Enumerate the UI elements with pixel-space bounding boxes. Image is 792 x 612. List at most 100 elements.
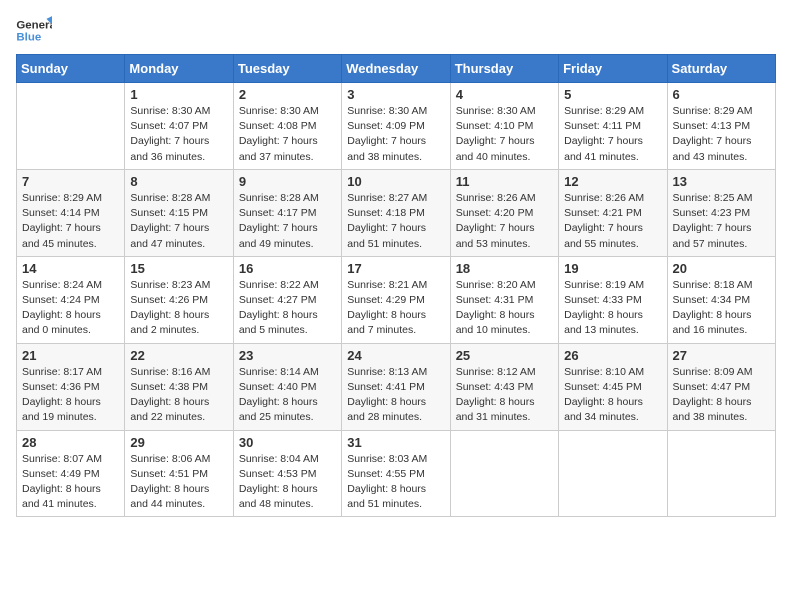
column-header-sunday: Sunday (17, 55, 125, 83)
day-info: Sunrise: 8:09 AMSunset: 4:47 PMDaylight:… (673, 365, 770, 426)
day-info: Sunrise: 8:17 AMSunset: 4:36 PMDaylight:… (22, 365, 119, 426)
day-info: Sunrise: 8:22 AMSunset: 4:27 PMDaylight:… (239, 278, 336, 339)
day-number: 18 (456, 261, 553, 276)
day-number: 15 (130, 261, 227, 276)
day-info: Sunrise: 8:30 AMSunset: 4:07 PMDaylight:… (130, 104, 227, 165)
column-header-thursday: Thursday (450, 55, 558, 83)
day-number: 10 (347, 174, 444, 189)
day-info: Sunrise: 8:12 AMSunset: 4:43 PMDaylight:… (456, 365, 553, 426)
day-number: 6 (673, 87, 770, 102)
day-number: 2 (239, 87, 336, 102)
calendar-cell: 28 Sunrise: 8:07 AMSunset: 4:49 PMDayligh… (17, 430, 125, 517)
calendar-cell: 2 Sunrise: 8:30 AMSunset: 4:08 PMDaylight… (233, 83, 341, 170)
day-number: 17 (347, 261, 444, 276)
day-number: 14 (22, 261, 119, 276)
day-info: Sunrise: 8:04 AMSunset: 4:53 PMDaylight:… (239, 452, 336, 513)
day-info: Sunrise: 8:21 AMSunset: 4:29 PMDaylight:… (347, 278, 444, 339)
calendar-cell: 27 Sunrise: 8:09 AMSunset: 4:47 PMDayligh… (667, 343, 775, 430)
calendar-cell: 10 Sunrise: 8:27 AMSunset: 4:18 PMDayligh… (342, 169, 450, 256)
day-number: 12 (564, 174, 661, 189)
day-info: Sunrise: 8:19 AMSunset: 4:33 PMDaylight:… (564, 278, 661, 339)
calendar-cell: 15 Sunrise: 8:23 AMSunset: 4:26 PMDayligh… (125, 256, 233, 343)
page-header: General Blue (16, 16, 776, 46)
day-info: Sunrise: 8:18 AMSunset: 4:34 PMDaylight:… (673, 278, 770, 339)
calendar-cell: 23 Sunrise: 8:14 AMSunset: 4:40 PMDayligh… (233, 343, 341, 430)
day-info: Sunrise: 8:29 AMSunset: 4:14 PMDaylight:… (22, 191, 119, 252)
calendar-cell: 24Sunrise: 8:13 AMSunset: 4:41 PMDayligh… (342, 343, 450, 430)
day-info: Sunrise: 8:25 AMSunset: 4:23 PMDaylight:… (673, 191, 770, 252)
column-header-monday: Monday (125, 55, 233, 83)
day-info: Sunrise: 8:07 AMSunset: 4:49 PMDaylight:… (22, 452, 119, 513)
calendar-cell: 31 Sunrise: 8:03 AMSunset: 4:55 PMDayligh… (342, 430, 450, 517)
calendar-cell: 5Sunrise: 8:29 AMSunset: 4:11 PMDaylight… (559, 83, 667, 170)
calendar-cell: 13 Sunrise: 8:25 AMSunset: 4:23 PMDayligh… (667, 169, 775, 256)
day-number: 3 (347, 87, 444, 102)
calendar-cell: 26 Sunrise: 8:10 AMSunset: 4:45 PMDayligh… (559, 343, 667, 430)
day-number: 22 (130, 348, 227, 363)
column-header-saturday: Saturday (667, 55, 775, 83)
column-header-wednesday: Wednesday (342, 55, 450, 83)
day-info: Sunrise: 8:24 AMSunset: 4:24 PMDaylight:… (22, 278, 119, 339)
calendar-cell: 29 Sunrise: 8:06 AMSunset: 4:51 PMDayligh… (125, 430, 233, 517)
day-number: 13 (673, 174, 770, 189)
calendar-cell (667, 430, 775, 517)
day-info: Sunrise: 8:26 AMSunset: 4:20 PMDaylight:… (456, 191, 553, 252)
calendar-cell: 22 Sunrise: 8:16 AMSunset: 4:38 PMDayligh… (125, 343, 233, 430)
day-info: Sunrise: 8:10 AMSunset: 4:45 PMDaylight:… (564, 365, 661, 426)
calendar-week-3: 14 Sunrise: 8:24 AMSunset: 4:24 PMDayligh… (17, 256, 776, 343)
day-number: 16 (239, 261, 336, 276)
day-info: Sunrise: 8:20 AMSunset: 4:31 PMDaylight:… (456, 278, 553, 339)
calendar-cell: 20 Sunrise: 8:18 AMSunset: 4:34 PMDayligh… (667, 256, 775, 343)
calendar-cell: 19Sunrise: 8:19 AMSunset: 4:33 PMDayligh… (559, 256, 667, 343)
day-number: 26 (564, 348, 661, 363)
calendar-week-4: 21 Sunrise: 8:17 AMSunset: 4:36 PMDayligh… (17, 343, 776, 430)
day-info: Sunrise: 8:30 AMSunset: 4:09 PMDaylight:… (347, 104, 444, 165)
day-info: Sunrise: 8:30 AMSunset: 4:10 PMDaylight:… (456, 104, 553, 165)
day-info: Sunrise: 8:03 AMSunset: 4:55 PMDaylight:… (347, 452, 444, 513)
day-info: Sunrise: 8:06 AMSunset: 4:51 PMDaylight:… (130, 452, 227, 513)
day-info: Sunrise: 8:23 AMSunset: 4:26 PMDaylight:… (130, 278, 227, 339)
calendar-cell: 21 Sunrise: 8:17 AMSunset: 4:36 PMDayligh… (17, 343, 125, 430)
calendar-cell (559, 430, 667, 517)
day-info: Sunrise: 8:28 AMSunset: 4:17 PMDaylight:… (239, 191, 336, 252)
day-number: 27 (673, 348, 770, 363)
calendar-cell: 7 Sunrise: 8:29 AMSunset: 4:14 PMDaylight… (17, 169, 125, 256)
calendar-cell: 6 Sunrise: 8:29 AMSunset: 4:13 PMDaylight… (667, 83, 775, 170)
day-info: Sunrise: 8:16 AMSunset: 4:38 PMDaylight:… (130, 365, 227, 426)
day-info: Sunrise: 8:28 AMSunset: 4:15 PMDaylight:… (130, 191, 227, 252)
day-number: 23 (239, 348, 336, 363)
day-number: 21 (22, 348, 119, 363)
calendar-cell: 18 Sunrise: 8:20 AMSunset: 4:31 PMDayligh… (450, 256, 558, 343)
calendar-cell: 3 Sunrise: 8:30 AMSunset: 4:09 PMDaylight… (342, 83, 450, 170)
calendar-cell: 1Sunrise: 8:30 AMSunset: 4:07 PMDaylight… (125, 83, 233, 170)
day-number: 11 (456, 174, 553, 189)
logo: General Blue (16, 16, 52, 46)
calendar-cell: 25 Sunrise: 8:12 AMSunset: 4:43 PMDayligh… (450, 343, 558, 430)
day-number: 25 (456, 348, 553, 363)
day-info: Sunrise: 8:26 AMSunset: 4:21 PMDaylight:… (564, 191, 661, 252)
logo-icon: General Blue (16, 16, 52, 46)
day-number: 28 (22, 435, 119, 450)
calendar-cell: 12 Sunrise: 8:26 AMSunset: 4:21 PMDayligh… (559, 169, 667, 256)
calendar-cell: 16 Sunrise: 8:22 AMSunset: 4:27 PMDayligh… (233, 256, 341, 343)
calendar-cell (17, 83, 125, 170)
calendar-header-row: SundayMondayTuesdayWednesdayThursdayFrid… (17, 55, 776, 83)
day-number: 5 (564, 87, 661, 102)
day-number: 8 (130, 174, 227, 189)
day-info: Sunrise: 8:14 AMSunset: 4:40 PMDaylight:… (239, 365, 336, 426)
svg-text:General: General (16, 19, 52, 31)
calendar-cell: 4Sunrise: 8:30 AMSunset: 4:10 PMDaylight… (450, 83, 558, 170)
day-number: 7 (22, 174, 119, 189)
day-info: Sunrise: 8:29 AMSunset: 4:13 PMDaylight:… (673, 104, 770, 165)
day-number: 31 (347, 435, 444, 450)
calendar-week-5: 28 Sunrise: 8:07 AMSunset: 4:49 PMDayligh… (17, 430, 776, 517)
calendar-cell: 8 Sunrise: 8:28 AMSunset: 4:15 PMDaylight… (125, 169, 233, 256)
day-info: Sunrise: 8:27 AMSunset: 4:18 PMDaylight:… (347, 191, 444, 252)
day-number: 20 (673, 261, 770, 276)
calendar-table: SundayMondayTuesdayWednesdayThursdayFrid… (16, 54, 776, 517)
day-number: 29 (130, 435, 227, 450)
day-info: Sunrise: 8:30 AMSunset: 4:08 PMDaylight:… (239, 104, 336, 165)
day-info: Sunrise: 8:13 AMSunset: 4:41 PMDaylight:… (347, 365, 444, 426)
calendar-cell: 30Sunrise: 8:04 AMSunset: 4:53 PMDayligh… (233, 430, 341, 517)
column-header-tuesday: Tuesday (233, 55, 341, 83)
